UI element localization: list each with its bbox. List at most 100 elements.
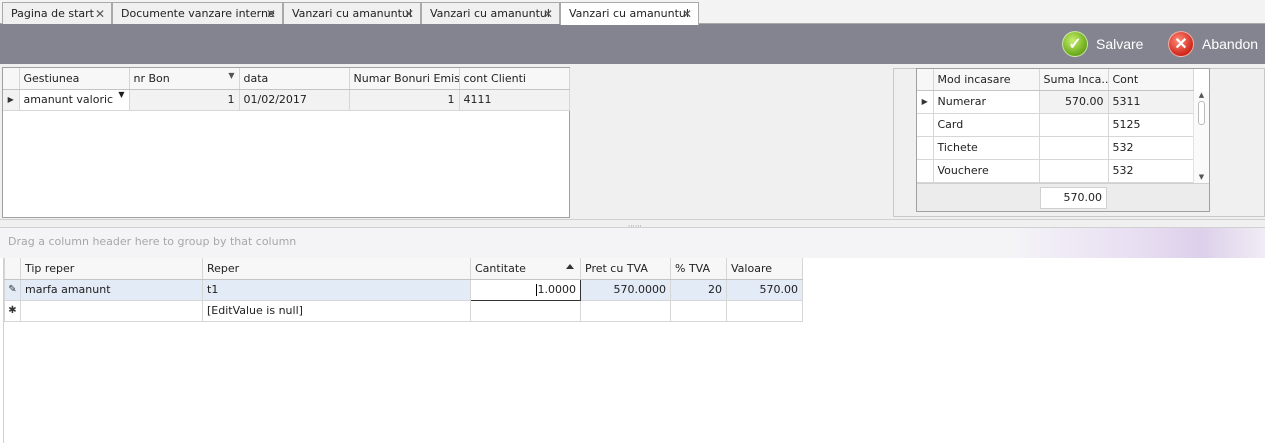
close-icon[interactable]: ✕ bbox=[95, 3, 105, 25]
tab-label: Documente vanzare interne bbox=[121, 7, 275, 20]
table-row[interactable]: ▶ Numerar 570.00 5311 bbox=[917, 90, 1194, 114]
cont-cell[interactable]: 532 bbox=[1108, 159, 1194, 183]
suma-cell[interactable] bbox=[1039, 136, 1109, 160]
suma-cell[interactable] bbox=[1039, 113, 1109, 137]
suma-cell[interactable] bbox=[1039, 159, 1109, 183]
data-cell[interactable]: 01/02/2017 bbox=[239, 89, 350, 111]
table-row[interactable]: ✎ marfa amanunt t1 1.0000 570.0000 20 57… bbox=[4, 278, 803, 301]
tva-cell[interactable] bbox=[670, 300, 727, 322]
save-button[interactable]: ✓ Salvare bbox=[1062, 29, 1143, 59]
tab-documente-vanzare-interne[interactable]: Documente vanzare interne ✕ bbox=[112, 2, 283, 24]
group-by-panel[interactable]: Drag a column header here to group by th… bbox=[0, 228, 1265, 258]
mod-incasare-cell[interactable]: Vouchere bbox=[933, 159, 1040, 183]
filter-icon[interactable]: ▼ bbox=[228, 71, 234, 80]
text-caret bbox=[535, 284, 537, 296]
scroll-up-icon[interactable]: ▲ bbox=[1194, 91, 1209, 99]
document-tab-bar: Pagina de start ✕ Documente vanzare inte… bbox=[0, 0, 1265, 25]
suma-cell[interactable]: 570.00 bbox=[1039, 90, 1109, 114]
column-header-nr-bon[interactable]: nr Bon ▼ bbox=[129, 68, 240, 90]
abandon-button[interactable]: ✕ Abandon bbox=[1168, 29, 1258, 59]
save-label: Salvare bbox=[1096, 36, 1144, 52]
mod-incasare-cell[interactable]: Numerar bbox=[933, 90, 1040, 114]
receipt-lines-grid: Tip reper Reper Cantitate Pret cu TVA % … bbox=[4, 258, 803, 322]
tab-label: Vanzari cu amanuntul bbox=[569, 7, 689, 20]
tab-vanzari-cu-amanuntul-1[interactable]: Vanzari cu amanuntul ✕ bbox=[283, 2, 421, 24]
column-header-data[interactable]: data bbox=[239, 68, 350, 90]
column-header-mod-incasare[interactable]: Mod incasare bbox=[933, 69, 1040, 91]
close-icon[interactable]: ✕ bbox=[404, 3, 414, 25]
mod-incasare-cell[interactable]: Tichete bbox=[933, 136, 1040, 160]
tab-label: Vanzari cu amanuntul bbox=[292, 7, 412, 20]
valoare-cell[interactable]: 570.00 bbox=[726, 279, 803, 301]
tva-cell[interactable]: 20 bbox=[670, 279, 727, 301]
cont-cell[interactable]: 532 bbox=[1108, 136, 1194, 160]
cancel-x-icon: ✕ bbox=[1168, 31, 1194, 57]
pret-cell[interactable] bbox=[580, 300, 671, 322]
row-pointer-icon: ▶ bbox=[917, 90, 934, 114]
new-row-asterisk-icon: ✱ bbox=[4, 300, 21, 322]
receipt-header-grid: Gestiunea nr Bon ▼ data Numar Bonuri Emi… bbox=[2, 67, 570, 218]
column-header-cantitate[interactable]: Cantitate bbox=[470, 258, 581, 280]
column-header-tip-reper[interactable]: Tip reper bbox=[20, 258, 203, 280]
row-indicator bbox=[917, 136, 934, 160]
column-header-reper[interactable]: Reper bbox=[202, 258, 471, 280]
column-header-cont-clienti[interactable]: cont Clienti bbox=[459, 68, 570, 90]
cont-cell[interactable]: 5311 bbox=[1108, 90, 1194, 114]
gestiunea-dropdown[interactable]: amanunt valoric ▼ bbox=[19, 89, 130, 111]
row-indicator bbox=[917, 159, 934, 183]
close-icon[interactable]: ✕ bbox=[543, 3, 553, 25]
column-header-gestiunea[interactable]: Gestiunea bbox=[19, 68, 130, 90]
abandon-label: Abandon bbox=[1202, 36, 1259, 52]
table-row[interactable]: ▶ amanunt valoric ▼ 1 01/02/2017 1 4111 bbox=[3, 89, 570, 111]
checkmark-icon: ✓ bbox=[1062, 31, 1088, 57]
numar-bonuri-cell[interactable]: 1 bbox=[349, 89, 460, 111]
row-indicator-header bbox=[4, 258, 21, 280]
cantitate-cell[interactable] bbox=[470, 300, 581, 322]
new-item-row[interactable]: ✱ [EditValue is null] bbox=[4, 300, 803, 322]
action-toolbar: ✓ Salvare ✕ Abandon bbox=[0, 24, 1265, 64]
payment-footer: 570.00 bbox=[917, 183, 1209, 211]
tab-label: Vanzari cu amanuntul bbox=[430, 7, 550, 20]
close-icon[interactable]: ✕ bbox=[266, 3, 276, 25]
valoare-cell[interactable] bbox=[726, 300, 803, 322]
cantitate-edit-input[interactable]: 1.0000 bbox=[470, 278, 581, 301]
table-row[interactable]: Tichete 532 bbox=[917, 136, 1194, 160]
reper-cell[interactable]: t1 bbox=[202, 279, 471, 301]
grid-header-row: Mod incasare Suma Inca... Cont bbox=[917, 69, 1194, 91]
sort-ascending-icon bbox=[566, 264, 574, 269]
row-indicator bbox=[917, 113, 934, 137]
panel-splitter[interactable]: ⋯⋯ bbox=[0, 219, 1265, 230]
scroll-down-icon[interactable]: ▼ bbox=[1194, 173, 1209, 181]
payment-total: 570.00 bbox=[1040, 187, 1107, 209]
cont-clienti-cell[interactable]: 4111 bbox=[459, 89, 570, 111]
tip-reper-cell[interactable] bbox=[20, 300, 203, 322]
column-header-suma[interactable]: Suma Inca... bbox=[1039, 69, 1109, 91]
cont-cell[interactable]: 5125 bbox=[1108, 113, 1194, 137]
column-header-numar-bonuri-emise[interactable]: Numar Bonuri Emise bbox=[349, 68, 460, 90]
column-header-label: Cantitate bbox=[475, 261, 526, 275]
tab-pagina-de-start[interactable]: Pagina de start ✕ bbox=[2, 2, 112, 24]
nr-bon-cell[interactable]: 1 bbox=[129, 89, 240, 111]
row-pointer-icon: ▶ bbox=[3, 89, 20, 111]
reper-cell[interactable]: [EditValue is null] bbox=[202, 300, 471, 322]
tab-vanzari-cu-amanuntul-active[interactable]: Vanzari cu amanuntul ✕ bbox=[560, 2, 699, 25]
tab-label: Pagina de start bbox=[11, 7, 94, 20]
edit-pencil-icon: ✎ bbox=[4, 279, 21, 301]
close-icon[interactable]: ✕ bbox=[682, 3, 692, 25]
column-header-tva[interactable]: % TVA bbox=[670, 258, 727, 280]
table-row[interactable]: Vouchere 532 bbox=[917, 159, 1194, 183]
pret-cell[interactable]: 570.0000 bbox=[580, 279, 671, 301]
cantitate-value: 1.0000 bbox=[537, 283, 577, 296]
tip-reper-cell[interactable]: marfa amanunt bbox=[20, 279, 203, 301]
tab-vanzari-cu-amanuntul-2[interactable]: Vanzari cu amanuntul ✕ bbox=[421, 2, 560, 24]
column-header-label: nr Bon bbox=[133, 71, 170, 85]
column-header-cont[interactable]: Cont bbox=[1108, 69, 1194, 91]
vertical-scrollbar[interactable]: ▲ ▼ bbox=[1193, 91, 1209, 183]
chevron-down-icon[interactable]: ▼ bbox=[118, 90, 124, 99]
scrollbar-thumb[interactable] bbox=[1198, 101, 1205, 125]
grid-header-row: Gestiunea nr Bon ▼ data Numar Bonuri Emi… bbox=[3, 68, 570, 90]
column-header-valoare[interactable]: Valoare bbox=[726, 258, 803, 280]
mod-incasare-cell[interactable]: Card bbox=[933, 113, 1040, 137]
column-header-pret-cu-tva[interactable]: Pret cu TVA bbox=[580, 258, 671, 280]
table-row[interactable]: Card 5125 bbox=[917, 113, 1194, 137]
